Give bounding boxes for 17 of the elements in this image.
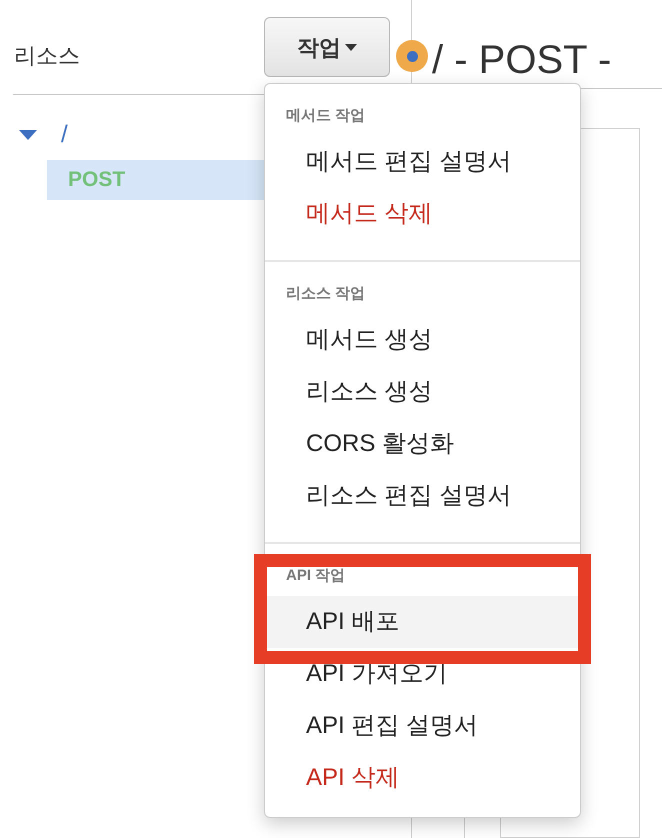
menu-item[interactable]: API 삭제 — [265, 752, 580, 804]
caret-down-icon[interactable] — [19, 130, 37, 140]
menu-item[interactable]: API 편집 설명서 — [265, 700, 580, 752]
menu-section-header: 리소스 작업 — [286, 284, 366, 304]
menu-item[interactable]: CORS 활성화 — [265, 418, 580, 470]
menu-item[interactable]: API 가져오기 — [265, 648, 580, 700]
menu-item[interactable]: 리소스 생성 — [265, 366, 580, 418]
menu-section-header: 메서드 작업 — [286, 106, 366, 126]
tree-item[interactable]: / — [61, 117, 68, 153]
caret-down-icon — [345, 44, 357, 50]
menu-item[interactable]: 메서드 생성 — [265, 314, 580, 366]
menu-item[interactable]: 리소스 편집 설명서 — [265, 470, 580, 522]
menu-item[interactable]: API 배포 — [265, 596, 580, 648]
menu-section-header: API 작업 — [286, 566, 346, 586]
actions-button[interactable]: 작업 — [264, 17, 390, 77]
sidebar-title: 리소스 — [14, 42, 80, 70]
page-title: / - POST - — [432, 37, 612, 84]
